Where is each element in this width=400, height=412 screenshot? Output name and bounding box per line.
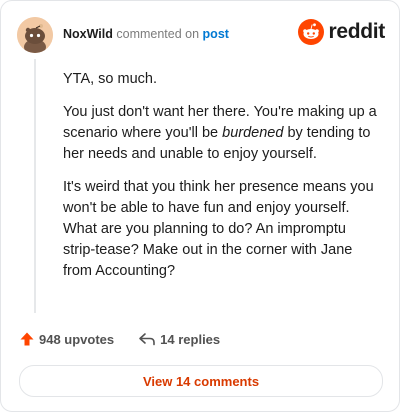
comment-paragraph: It's weird that you think her presence m… bbox=[63, 179, 374, 279]
upvote-arrow-icon bbox=[20, 332, 34, 346]
comment-card: NoxWild commented on post reddit YTA, so… bbox=[0, 0, 400, 412]
upvote-button[interactable]: 948 upvotes bbox=[19, 331, 114, 347]
replies-button[interactable]: 14 replies bbox=[138, 331, 220, 347]
comment-emphasis: burdened bbox=[222, 125, 284, 141]
thread-line bbox=[34, 59, 36, 313]
comment-paragraph: You just don't want her there. You're ma… bbox=[63, 102, 381, 165]
post-link[interactable]: post bbox=[203, 27, 229, 41]
snoo-avatar-icon bbox=[17, 17, 53, 53]
view-comments-button[interactable]: View 14 comments bbox=[19, 365, 383, 397]
username[interactable]: NoxWild bbox=[63, 27, 113, 41]
replies-count: 14 replies bbox=[160, 331, 221, 347]
reddit-logo[interactable]: reddit bbox=[298, 19, 385, 45]
reply-arrow-icon bbox=[139, 333, 155, 346]
comment-paragraph: YTA, so much. bbox=[63, 71, 158, 87]
reddit-snoo-icon bbox=[298, 19, 325, 45]
comment-header: NoxWild commented on post bbox=[63, 26, 229, 42]
action-bar: 948 upvotes 14 replies bbox=[19, 331, 220, 347]
user-avatar[interactable] bbox=[17, 17, 53, 53]
action-text: commented on bbox=[116, 27, 200, 41]
comment-body: YTA, so much. You just don't want her th… bbox=[63, 69, 381, 294]
view-comments-label: View 14 comments bbox=[142, 373, 260, 389]
upvote-count: 948 upvotes bbox=[39, 331, 115, 347]
reddit-wordmark: reddit bbox=[328, 20, 385, 43]
